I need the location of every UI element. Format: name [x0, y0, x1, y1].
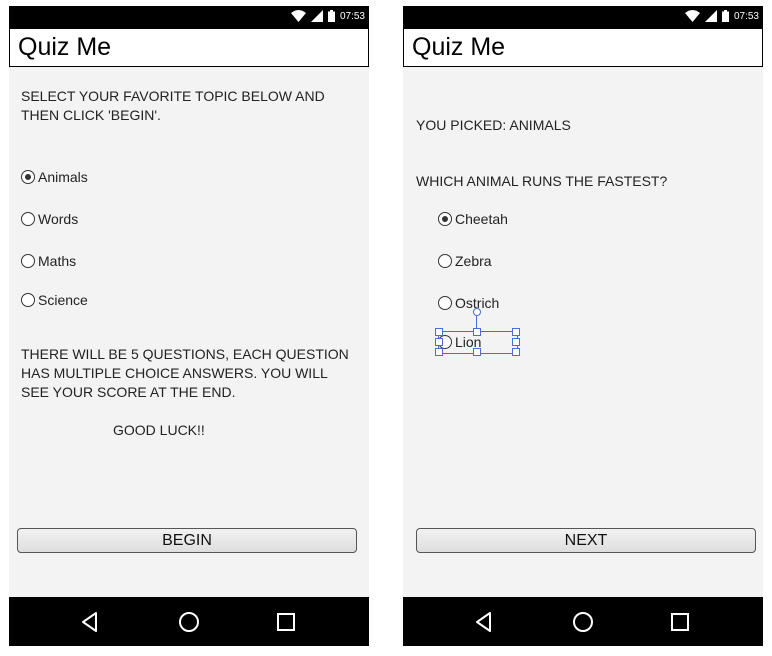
topic-option-science[interactable]: Science	[21, 291, 88, 309]
app-title: Quiz Me	[18, 33, 112, 61]
answer-option-zebra[interactable]: Zebra	[438, 252, 492, 270]
radio-button[interactable]	[21, 212, 35, 226]
topic-option-animals[interactable]: Animals	[21, 168, 88, 186]
topic-option-label: Animals	[38, 169, 88, 185]
recents-square-icon[interactable]	[669, 611, 691, 633]
app-bar: Quiz Me	[403, 28, 763, 67]
back-triangle-icon[interactable]	[473, 611, 495, 633]
radio-button[interactable]	[438, 254, 452, 268]
next-button[interactable]: NEXT	[416, 528, 756, 553]
picked-topic-text: YOU PICKED: ANIMALS	[416, 117, 571, 133]
cell-signal-icon	[310, 10, 323, 22]
question-screen: 07:53 Quiz Me YOU PICKED: ANIMALS WHICH …	[403, 6, 763, 646]
home-circle-icon[interactable]	[572, 611, 594, 633]
home-circle-icon[interactable]	[178, 611, 200, 633]
radio-button-checked[interactable]	[438, 212, 452, 226]
topic-option-label: Science	[38, 292, 88, 308]
begin-button[interactable]: BEGIN	[17, 528, 357, 553]
answer-option-label: Zebra	[455, 253, 492, 269]
app-title: Quiz Me	[412, 33, 506, 61]
radio-button[interactable]	[438, 296, 452, 310]
app-bar: Quiz Me	[9, 28, 369, 67]
status-time: 07:53	[339, 10, 365, 22]
resize-handle-bottom-left[interactable]	[435, 348, 443, 356]
back-triangle-icon[interactable]	[79, 611, 101, 633]
status-bar: 07:53	[9, 6, 369, 28]
radio-button-checked[interactable]	[21, 170, 35, 184]
navigation-bar	[9, 597, 369, 646]
battery-icon	[327, 10, 335, 22]
quiz-info-text: THERE WILL BE 5 QUESTIONS, EACH QUESTION…	[21, 346, 349, 400]
topic-instruction: SELECT YOUR FAVORITE TOPIC BELOW AND THE…	[21, 88, 325, 123]
resize-handle-bottom-right[interactable]	[512, 348, 520, 356]
wifi-icon	[684, 10, 700, 22]
navigation-bar	[403, 597, 763, 646]
resize-handle-left[interactable]	[435, 338, 443, 346]
radio-button[interactable]	[21, 293, 35, 307]
status-bar: 07:53	[403, 6, 763, 28]
topic-option-maths[interactable]: Maths	[21, 252, 76, 270]
resize-handle-top-left[interactable]	[435, 328, 443, 336]
status-time: 07:53	[733, 10, 759, 22]
topic-option-label: Words	[38, 211, 79, 227]
topic-option-label: Maths	[38, 253, 77, 269]
resize-handle-bottom[interactable]	[473, 348, 481, 356]
selection-anchor-handle[interactable]	[473, 308, 481, 316]
good-luck-text: GOOD LUCK!!	[113, 422, 205, 438]
topic-option-words[interactable]: Words	[21, 210, 78, 228]
answer-option-cheetah[interactable]: Cheetah	[438, 210, 508, 228]
answer-option-label: Cheetah	[455, 211, 508, 227]
cell-signal-icon	[704, 10, 717, 22]
question-text: WHICH ANIMAL RUNS THE FASTEST?	[416, 173, 668, 189]
radio-button[interactable]	[21, 254, 35, 268]
wifi-icon	[290, 10, 306, 22]
resize-handle-top-right[interactable]	[512, 328, 520, 336]
topic-screen: 07:53 Quiz Me SELECT YOUR FAVORITE TOPIC…	[9, 6, 369, 646]
answer-option-ostrich[interactable]: Ostrich	[438, 294, 499, 312]
battery-icon	[721, 10, 729, 22]
resize-handle-top[interactable]	[473, 328, 481, 336]
recents-square-icon[interactable]	[275, 611, 297, 633]
resize-handle-right[interactable]	[512, 338, 520, 346]
